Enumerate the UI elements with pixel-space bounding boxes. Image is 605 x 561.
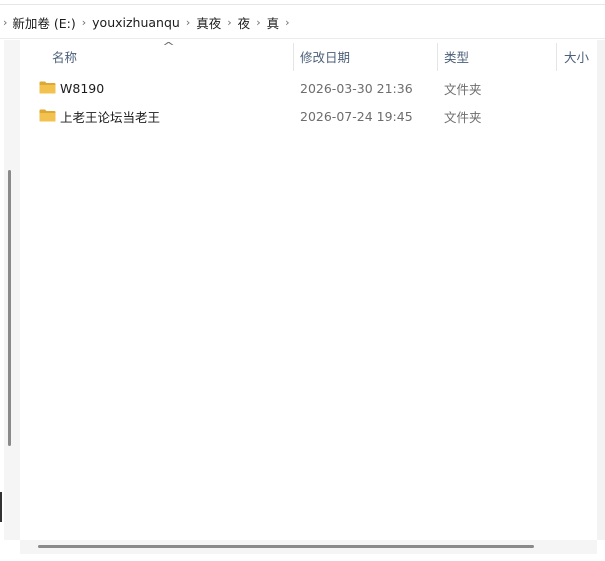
column-resize-handle[interactable] [293, 43, 294, 71]
column-resize-handle[interactable] [437, 43, 438, 71]
column-resize-handle[interactable] [556, 43, 557, 71]
sort-ascending-icon: ^ [162, 40, 176, 53]
top-divider [0, 4, 605, 5]
file-type: 文件夹 [444, 109, 482, 125]
nav-pane-scrollbar-track[interactable] [4, 40, 20, 540]
file-row[interactable]: 上老王论坛当老王 2026-07-24 19:45 文件夹 [20, 102, 597, 130]
bottom-strip [0, 554, 605, 561]
file-name[interactable]: W8190 [60, 74, 104, 102]
file-row[interactable]: W8190 2026-03-30 21:36 文件夹 [20, 74, 597, 102]
right-scrollbar-track[interactable] [597, 40, 605, 540]
chevron-right-icon[interactable]: › [0, 16, 11, 29]
horizontal-scrollbar-thumb[interactable] [38, 545, 534, 548]
file-type: 文件夹 [444, 81, 482, 97]
breadcrumb-item-ye[interactable]: 夜 [237, 13, 252, 32]
column-header-name[interactable]: 名称 [52, 40, 77, 72]
file-date-modified: 2026-03-30 21:36 [300, 80, 413, 96]
breadcrumb-item-youxizhuanqu[interactable]: youxizhuanqu [91, 15, 181, 30]
folder-icon [39, 81, 56, 94]
breadcrumb-item-zhen[interactable]: 真 [266, 13, 281, 32]
nav-pane-edge [0, 492, 2, 522]
chevron-right-icon[interactable]: › [251, 16, 265, 29]
chevron-right-icon[interactable]: › [181, 16, 195, 29]
address-bar[interactable]: › 新加卷 (E:) › youxizhuanqu › 真夜 › 夜 › 真 › [0, 7, 605, 37]
chevron-right-icon[interactable]: › [222, 16, 236, 29]
breadcrumb-item-zhenye[interactable]: 真夜 [195, 13, 222, 32]
file-name[interactable]: 上老王论坛当老王 [60, 102, 160, 130]
file-date-modified: 2026-07-24 19:45 [300, 108, 413, 124]
file-explorer-window: › 新加卷 (E:) › youxizhuanqu › 真夜 › 夜 › 真 ›… [0, 0, 605, 561]
folder-icon [39, 109, 56, 122]
address-divider [0, 38, 605, 39]
chevron-right-icon[interactable]: › [280, 16, 294, 29]
breadcrumb-item-drive[interactable]: 新加卷 (E:) [11, 13, 76, 32]
column-header-date-modified[interactable]: 修改日期 [300, 40, 350, 72]
chevron-right-icon[interactable]: › [77, 16, 91, 29]
file-list-pane: ^ 名称 修改日期 类型 大小 W8190 2026-03-30 21:36 文… [20, 40, 597, 540]
column-header-row: ^ 名称 修改日期 类型 大小 [20, 40, 605, 72]
nav-pane-scrollbar-thumb[interactable] [8, 170, 11, 446]
column-header-type[interactable]: 类型 [444, 40, 469, 72]
column-header-size[interactable]: 大小 [564, 40, 589, 72]
